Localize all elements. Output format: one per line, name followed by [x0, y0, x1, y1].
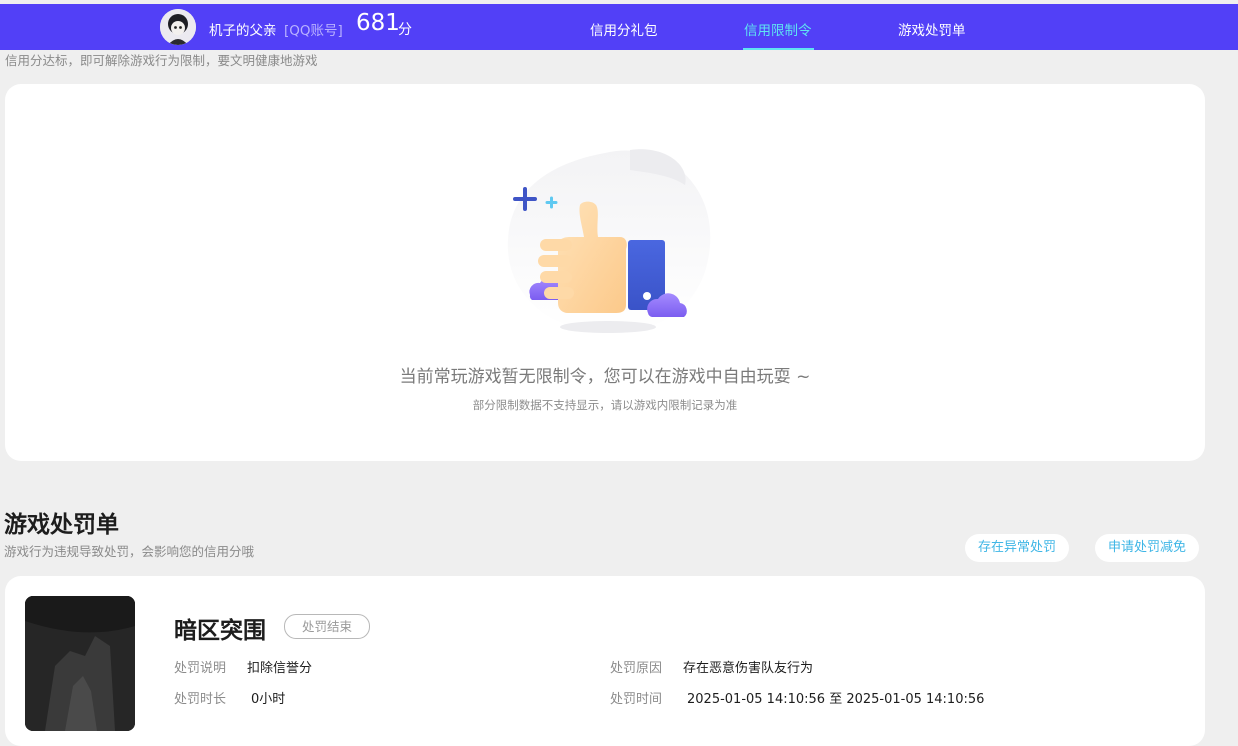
penalty-section-title: 游戏处罚单 [4, 512, 119, 538]
empty-state-note: 部分限制数据不支持显示，请以游戏内限制记录为准 [472, 398, 738, 412]
penalty-time-value: 2025-01-05 14:10:56 至 2025-01-05 14:10:5… [687, 692, 985, 707]
tab-game-penalty[interactable]: 游戏处罚单 [898, 19, 966, 39]
restriction-subtitle: 信用分达标，即可解除游戏行为限制，要文明健康地游戏 [5, 53, 318, 68]
penalty-section-subtitle: 游戏行为违规导致处罚，会影响您的信用分哦 [4, 544, 255, 559]
thumbs-up-illustration [500, 145, 720, 344]
avatar-image [160, 9, 196, 45]
penalty-desc-value: 扣除信誉分 [247, 661, 313, 676]
credit-score-unit: 分 [398, 22, 412, 38]
apply-penalty-reduction-button[interactable]: 申请处罚减免 [1095, 534, 1200, 562]
penalty-desc-label: 处罚说明 [174, 661, 227, 676]
top-nav-bar: 机子的父亲 [QQ账号] 681 分 信用分礼包 信用限制令 游戏处罚单 [0, 4, 1238, 50]
credit-score: 681 [356, 10, 400, 36]
empty-state-message: 当前常玩游戏暂无限制令，您可以在游戏中自由玩耍 ~ [399, 367, 811, 387]
tab-credit-gift[interactable]: 信用分礼包 [590, 19, 658, 39]
game-title: 暗区突围 [174, 618, 266, 644]
report-abnormal-penalty-button[interactable]: 存在异常处罚 [965, 534, 1070, 562]
penalty-status-badge: 处罚结束 [284, 614, 370, 639]
penalty-duration-value: 0小时 [251, 692, 286, 707]
username: 机子的父亲 [209, 23, 277, 39]
penalty-reason-value: 存在恶意伤害队友行为 [683, 661, 814, 676]
tab-credit-restriction[interactable]: 信用限制令 [744, 19, 812, 39]
account-type-label: [QQ账号] [284, 23, 343, 39]
game-cover-image [25, 596, 135, 731]
penalty-reason-label: 处罚原因 [610, 661, 663, 676]
active-tab-indicator [743, 48, 814, 50]
avatar[interactable] [160, 9, 196, 45]
penalty-duration-label: 处罚时长 [174, 692, 227, 707]
penalty-time-label: 处罚时间 [610, 692, 663, 707]
